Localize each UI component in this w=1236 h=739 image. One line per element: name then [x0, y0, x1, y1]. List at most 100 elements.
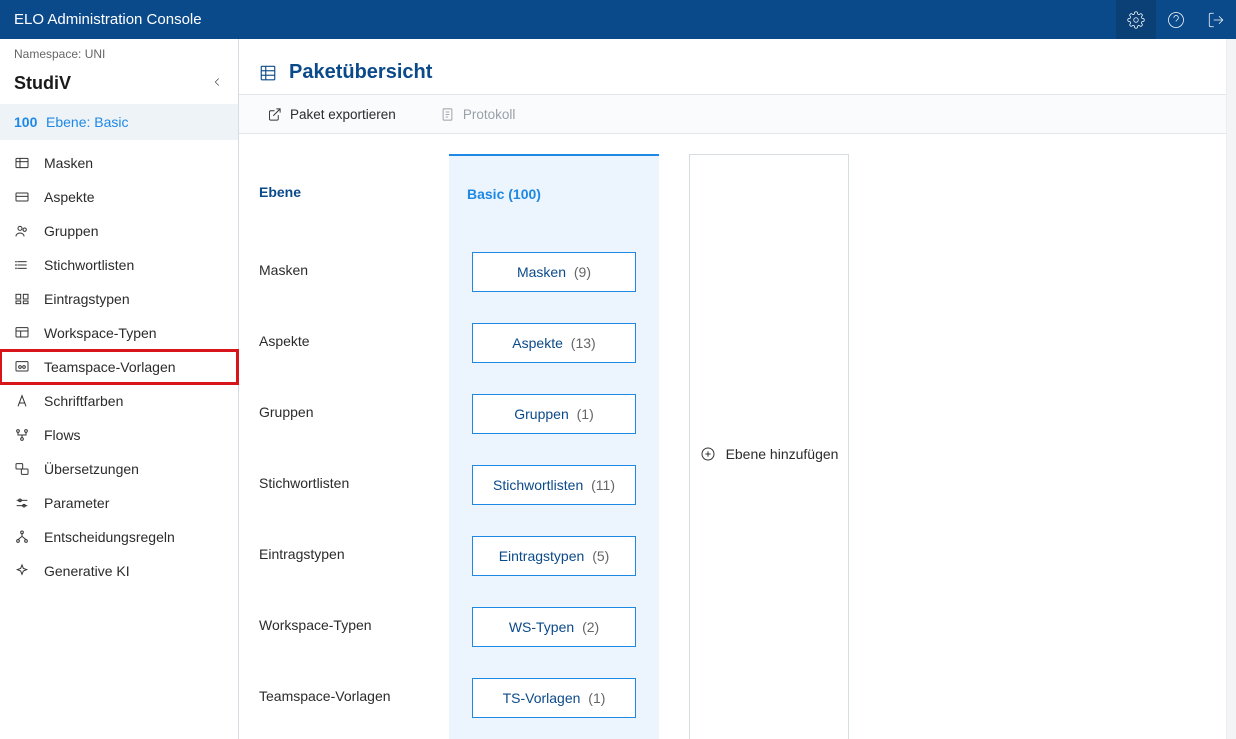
sidebar-item-genai[interactable]: Generative KI	[0, 554, 238, 588]
export-package-label: Paket exportieren	[290, 107, 396, 122]
plus-circle-icon	[700, 446, 716, 462]
chip-label: Stichwortlisten	[493, 477, 583, 493]
namespace-label: Namespace: UNI	[0, 39, 238, 67]
protocol-button: Protokoll	[432, 101, 524, 128]
level-row[interactable]: 100 Ebene: Basic	[0, 104, 238, 140]
keywords-icon	[14, 257, 44, 273]
add-level-button[interactable]: Ebene hinzufügen	[700, 446, 839, 462]
help-icon	[1167, 11, 1185, 29]
row-label: Masken	[259, 234, 419, 305]
help-button[interactable]	[1156, 0, 1196, 39]
chip-button[interactable]: Gruppen (1)	[472, 394, 636, 434]
sidebar-item-label: Gruppen	[44, 223, 98, 239]
chip-row: Gruppen (1)	[457, 378, 651, 449]
sidebar-item-rules[interactable]: Entscheidungsregeln	[0, 520, 238, 554]
content-header: Paketübersicht	[239, 39, 1226, 94]
sidebar-item-fonts[interactable]: Schriftfarben	[0, 384, 238, 418]
level-column-header: Basic (100)	[457, 166, 651, 236]
export-icon	[267, 107, 282, 122]
wstypes-icon	[14, 325, 44, 341]
row-label: Teamspace-Vorlagen	[259, 660, 419, 731]
sidebar-item-label: Flows	[44, 427, 81, 443]
chip-button[interactable]: Stichwortlisten (11)	[472, 465, 636, 505]
chip-label: TS-Vorlagen	[503, 690, 581, 706]
groups-icon	[14, 223, 44, 239]
sidebar-item-flows[interactable]: Flows	[0, 418, 238, 452]
gear-icon	[1127, 11, 1145, 29]
sidebar-item-trans[interactable]: Übersetzungen	[0, 452, 238, 486]
protocol-icon	[440, 107, 455, 122]
sidebar: Namespace: UNI StudiV 100 Ebene: Basic M…	[0, 39, 239, 739]
level-label: Ebene: Basic	[46, 114, 129, 130]
sidebar-item-label: Masken	[44, 155, 93, 171]
toolbar: Paket exportieren Protokoll	[239, 94, 1226, 134]
level-number: 100	[14, 114, 46, 130]
sidebar-item-masks[interactable]: Masken	[0, 146, 238, 180]
sidebar-item-params[interactable]: Parameter	[0, 486, 238, 520]
sidebar-item-keywords[interactable]: Stichwortlisten	[0, 248, 238, 282]
sidebar-item-label: Schriftfarben	[44, 393, 123, 409]
chip-row: Eintragstypen (5)	[457, 520, 651, 591]
row-labels-column: Ebene MaskenAspekteGruppenStichwortliste…	[259, 154, 419, 739]
sidebar-item-label: Generative KI	[44, 563, 130, 579]
sidebar-item-label: Entscheidungsregeln	[44, 529, 175, 545]
add-level-column: Ebene hinzufügen	[689, 154, 849, 739]
sidebar-item-groups[interactable]: Gruppen	[0, 214, 238, 248]
chip-button[interactable]: Masken (9)	[472, 252, 636, 292]
rules-icon	[14, 529, 44, 545]
page-title: Paketübersicht	[289, 61, 432, 84]
row-label: Stichwortlisten	[259, 447, 419, 518]
row-labels-header: Ebene	[259, 164, 419, 234]
sidebar-item-entrytypes[interactable]: Eintragstypen	[0, 282, 238, 316]
sidebar-item-label: Aspekte	[44, 189, 95, 205]
add-level-label: Ebene hinzufügen	[726, 446, 839, 462]
chip-label: Eintragstypen	[499, 548, 585, 564]
scrollbar[interactable]	[1226, 39, 1236, 739]
chip-count: (1)	[588, 690, 605, 706]
row-label: Eintragstypen	[259, 518, 419, 589]
chip-count: (11)	[591, 477, 615, 493]
package-row[interactable]: StudiV	[0, 67, 238, 104]
logout-button[interactable]	[1196, 0, 1236, 39]
columns: Ebene MaskenAspekteGruppenStichwortliste…	[259, 154, 1206, 739]
fonts-icon	[14, 393, 44, 409]
export-package-button[interactable]: Paket exportieren	[259, 101, 404, 128]
sidebar-item-aspects[interactable]: Aspekte	[0, 180, 238, 214]
masks-icon	[14, 155, 44, 171]
app-title: ELO Administration Console	[14, 11, 202, 28]
sidebar-item-label: Workspace-Typen	[44, 325, 157, 341]
row-label: Workspace-Typen	[259, 589, 419, 660]
settings-button[interactable]	[1116, 0, 1156, 39]
chip-label: Masken	[517, 264, 566, 280]
sidebar-item-label: Übersetzungen	[44, 461, 139, 477]
chip-row: WS-Typen (2)	[457, 591, 651, 662]
chip-count: (5)	[592, 548, 609, 564]
row-label: Aspekte	[259, 305, 419, 376]
chip-label: Aspekte	[512, 335, 563, 351]
nav-list: Masken Aspekte Gruppen Stichwortlisten Eintr…	[0, 140, 238, 588]
entrytypes-icon	[14, 291, 44, 307]
chevron-left-icon	[210, 75, 224, 92]
sidebar-item-label: Eintragstypen	[44, 291, 130, 307]
chip-row: Aspekte (13)	[457, 307, 651, 378]
chip-label: WS-Typen	[509, 619, 574, 635]
chip-button[interactable]: Eintragstypen (5)	[472, 536, 636, 576]
sidebar-item-label: Teamspace-Vorlagen	[44, 359, 176, 375]
chip-button[interactable]: TS-Vorlagen (1)	[472, 678, 636, 718]
chip-button[interactable]: WS-Typen (2)	[472, 607, 636, 647]
protocol-label: Protokoll	[463, 107, 516, 122]
chip-count: (13)	[571, 335, 596, 351]
chip-count: (2)	[582, 619, 599, 635]
params-icon	[14, 495, 44, 511]
flows-icon	[14, 427, 44, 443]
sidebar-item-label: Parameter	[44, 495, 109, 511]
logout-icon	[1207, 11, 1225, 29]
chip-button[interactable]: Aspekte (13)	[472, 323, 636, 363]
sidebar-item-wstypes[interactable]: Workspace-Typen	[0, 316, 238, 350]
tstpl-icon	[14, 359, 44, 375]
sidebar-item-tstpl[interactable]: Teamspace-Vorlagen	[0, 350, 238, 384]
package-name: StudiV	[14, 73, 71, 94]
genai-icon	[14, 563, 44, 579]
topbar: ELO Administration Console	[0, 0, 1236, 39]
sidebar-item-label: Stichwortlisten	[44, 257, 134, 273]
